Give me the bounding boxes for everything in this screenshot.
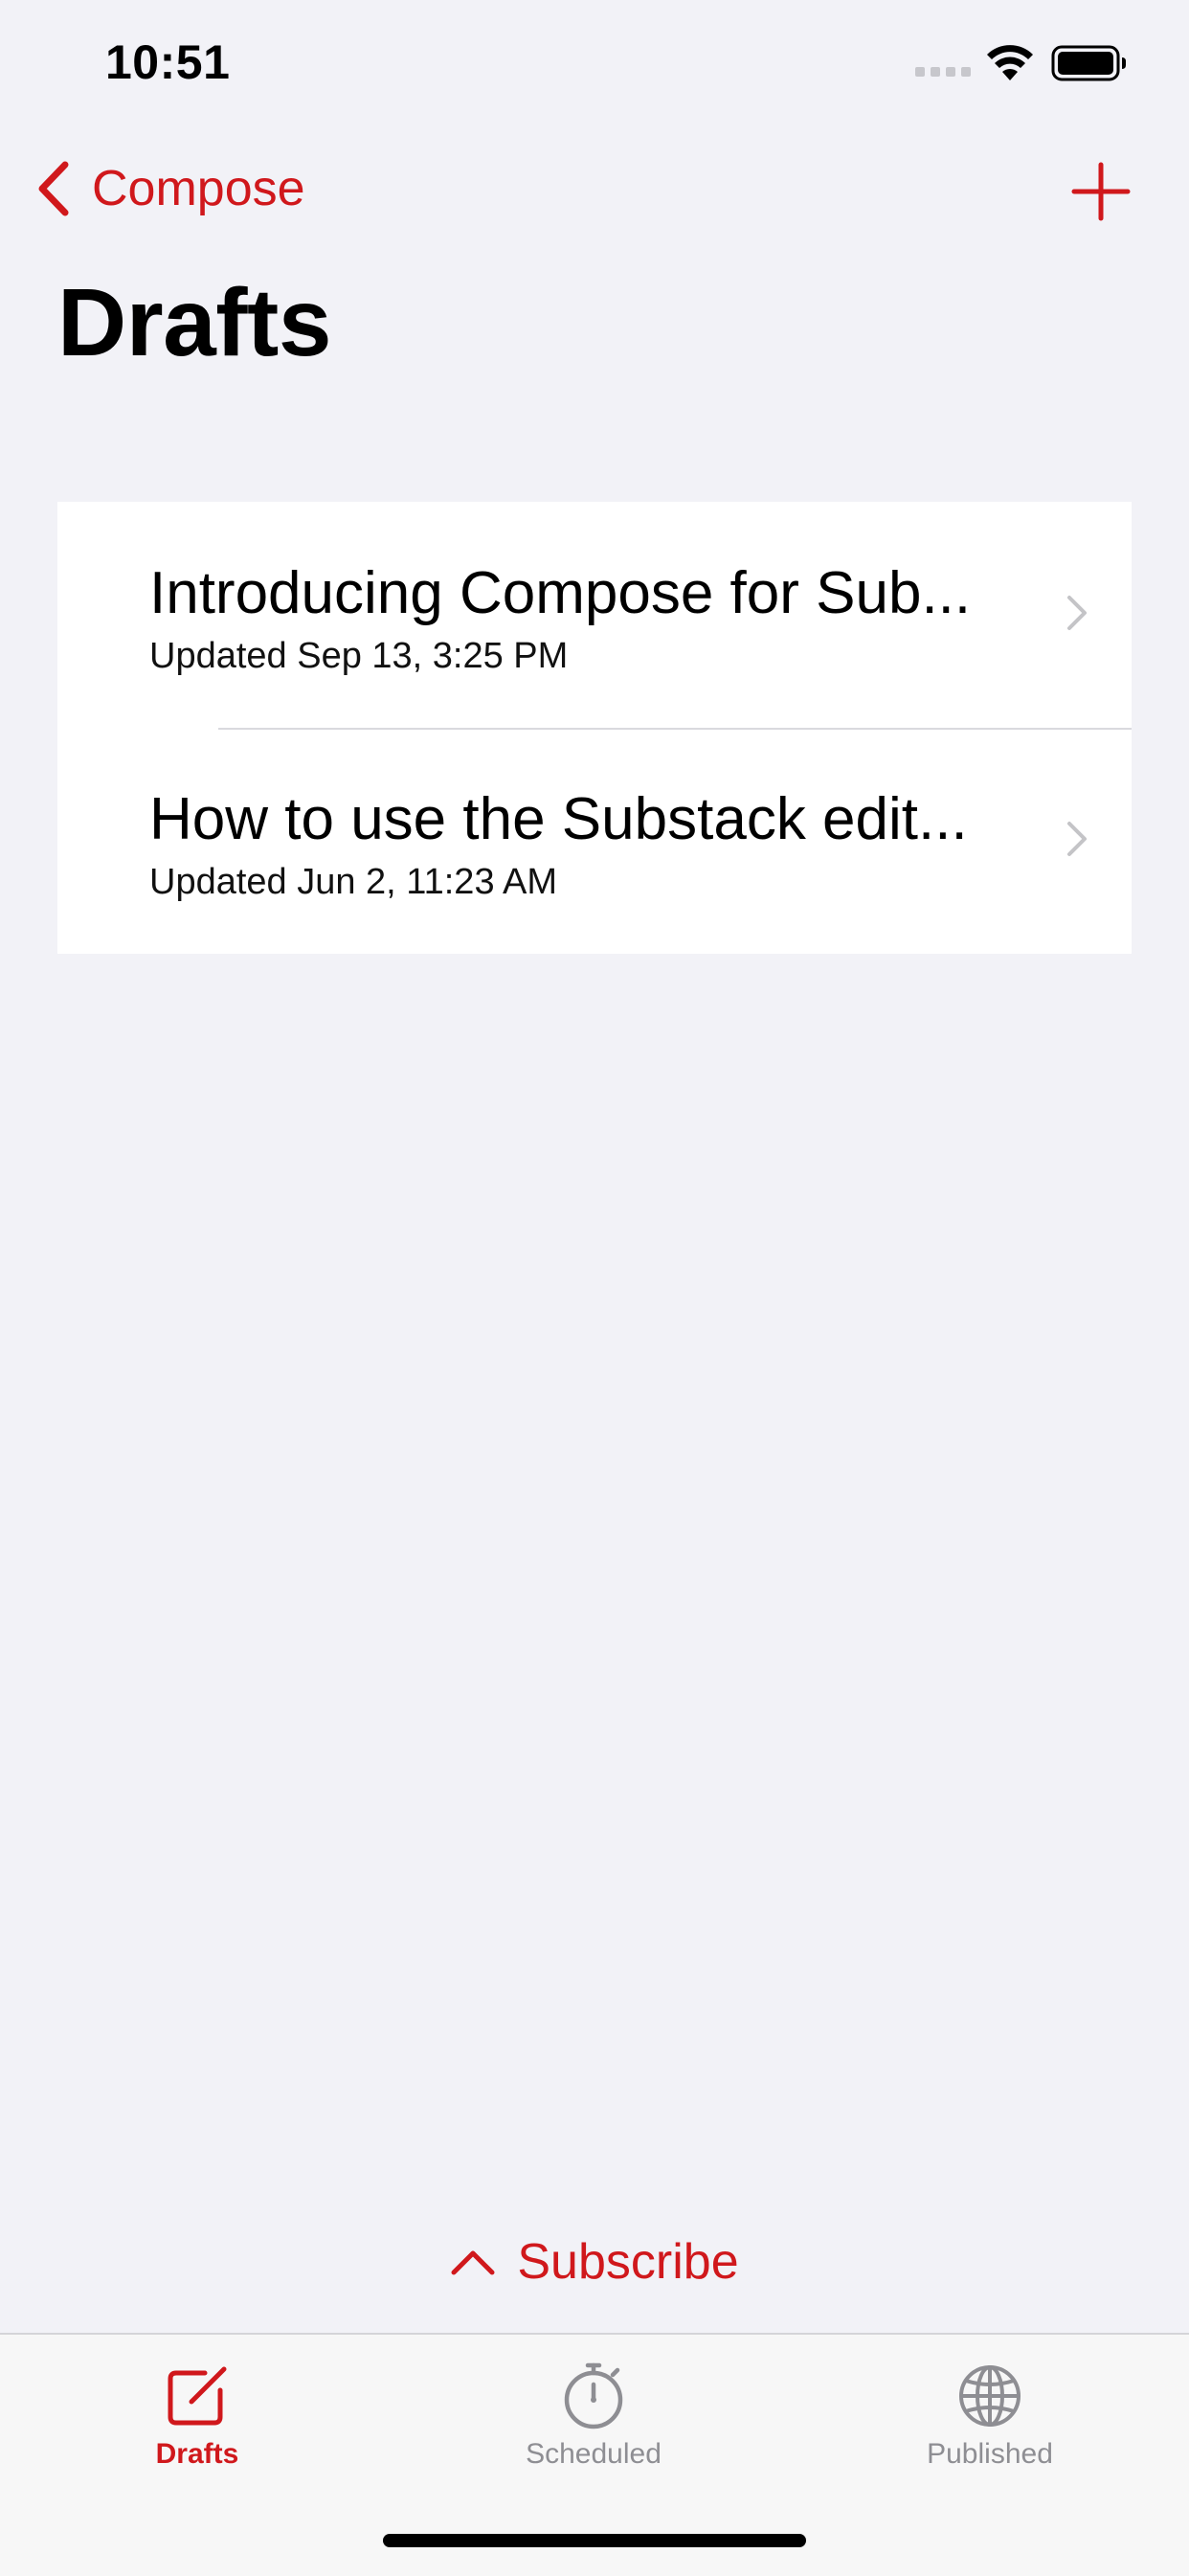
tab-published[interactable]: Published [846,2361,1133,2471]
wifi-icon [987,45,1033,80]
back-button-label: Compose [92,161,305,216]
home-indicator [383,2534,806,2547]
draft-title: How to use the Substack edit... [149,786,968,852]
draft-updated: Updated Jun 2, 11:23 AM [149,862,558,902]
page-title: Drafts [57,269,331,376]
draft-updated: Updated Sep 13, 3:25 PM [149,636,569,676]
stopwatch-icon [564,2362,623,2429]
chevron-right-icon [1067,596,1087,630]
tab-label: Scheduled [526,2438,662,2470]
chevron-up-icon [451,2250,495,2275]
signal-icon [915,67,971,77]
tab-drafts[interactable]: Drafts [54,2361,341,2471]
subscribe-label: Subscribe [517,2234,739,2290]
plus-icon[interactable] [1070,161,1132,222]
tab-label: Published [927,2438,1053,2470]
battery-icon [1051,45,1126,81]
subscribe-button[interactable]: Subscribe [0,2224,1189,2300]
compose-icon [168,2366,227,2426]
tab-scheduled[interactable]: Scheduled [450,2361,737,2471]
chevron-right-icon [1067,822,1087,856]
draft-list-item[interactable]: How to use the Substack edit... Updated … [57,728,1132,954]
tab-label: Drafts [155,2438,239,2470]
status-time: 10:51 [105,35,231,89]
chevron-left-icon [38,161,69,216]
back-button[interactable]: Compose [34,155,305,222]
drafts-list: Introducing Compose for Sub... Updated S… [57,502,1132,954]
globe-icon [959,2365,1021,2427]
status-bar: 10:51 [0,0,1189,126]
draft-list-item[interactable]: Introducing Compose for Sub... Updated S… [57,502,1132,728]
draft-title: Introducing Compose for Sub... [149,560,972,626]
